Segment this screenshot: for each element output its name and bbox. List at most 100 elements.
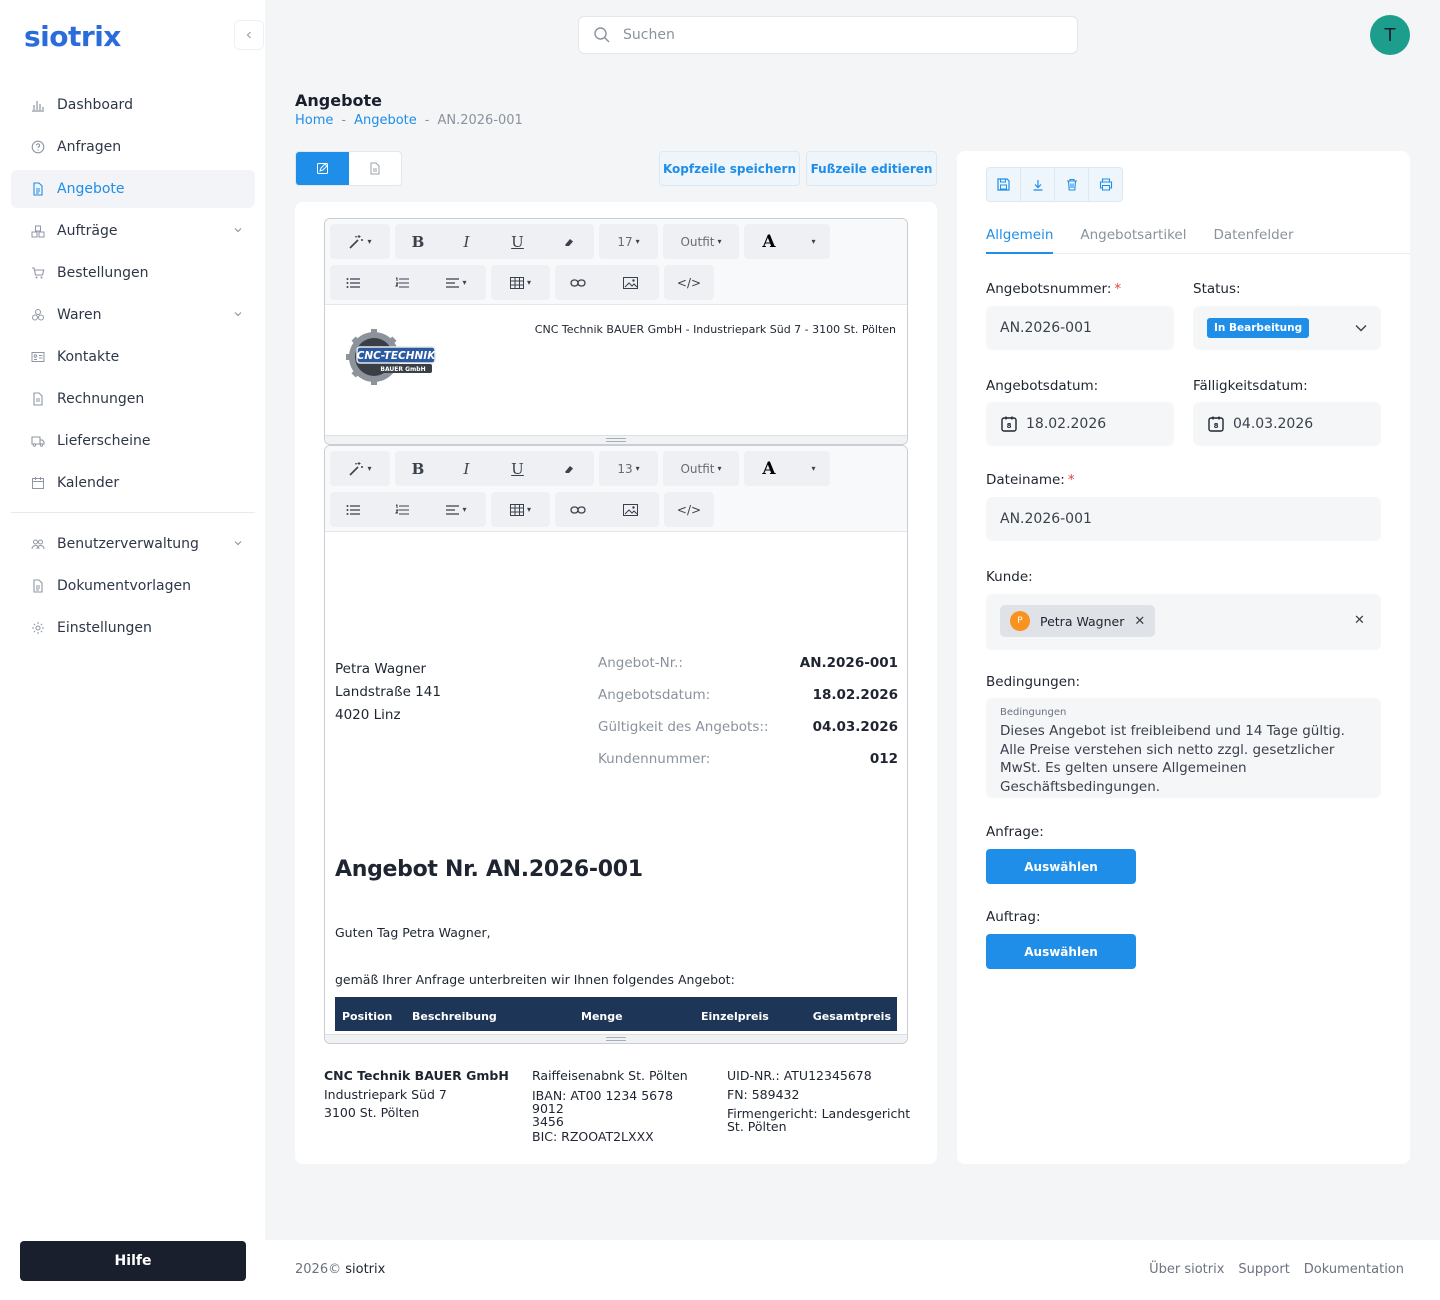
print-button[interactable]	[1089, 168, 1122, 201]
filename-field[interactable]: AN.2026-001	[986, 497, 1381, 541]
breadcrumb-current: AN.2026-001	[437, 113, 523, 128]
bold-button[interactable]: B	[395, 224, 441, 259]
numbered-list-icon[interactable]	[376, 492, 427, 527]
code-view-icon[interactable]: </>	[664, 265, 714, 300]
sidebar-item-label: Anfragen	[57, 139, 122, 155]
image-glyph	[622, 503, 638, 516]
status-select[interactable]: In Bearbeitung	[1193, 306, 1381, 350]
underline-button[interactable]: U	[492, 451, 543, 486]
status-label: Status:	[1193, 281, 1241, 297]
table-icon[interactable]	[491, 265, 550, 300]
italic-button[interactable]: I	[441, 224, 492, 259]
sidebar-item-auftraege[interactable]: Aufträge	[11, 212, 255, 250]
sidebar-item-dashboard[interactable]: Dashboard	[11, 86, 255, 124]
preview-mode-button[interactable]	[349, 152, 402, 185]
font-size-select[interactable]: 13	[599, 451, 658, 486]
magic-wand-glyph	[349, 234, 364, 249]
offer-date-field[interactable]: 8 18.02.2026	[986, 402, 1174, 446]
sidebar-collapse-button[interactable]	[234, 20, 264, 50]
bold-button[interactable]: B	[395, 451, 441, 486]
avatar[interactable]: T	[1370, 15, 1410, 55]
eraser-icon[interactable]	[543, 451, 594, 486]
footer-link-about[interactable]: Über siotrix	[1149, 1262, 1224, 1277]
text-color-dropdown[interactable]	[794, 451, 830, 486]
sidebar-item-kontakte[interactable]: Kontakte	[11, 338, 255, 376]
sidebar-item-lieferscheine[interactable]: Lieferscheine	[11, 422, 255, 460]
magic-wand-icon[interactable]	[330, 451, 390, 486]
meta-row: Kundennummer: 012	[598, 743, 898, 775]
text-color-button[interactable]: A	[744, 451, 794, 486]
text-color-dropdown[interactable]	[794, 224, 830, 259]
download-button[interactable]	[1021, 168, 1055, 201]
delete-button[interactable]	[1055, 168, 1089, 201]
align-icon[interactable]	[427, 265, 486, 300]
chevron-down-icon	[234, 312, 242, 317]
cart-icon	[32, 267, 45, 279]
save-header-button[interactable]: Kopfzeile speichern	[659, 151, 800, 186]
edit-mode-button[interactable]	[296, 152, 349, 185]
conditions-textarea[interactable]: Bedingungen Dieses Angebot ist freibleib…	[986, 698, 1381, 798]
sidebar-item-waren[interactable]: Waren	[11, 296, 255, 334]
bullet-list-icon[interactable]	[330, 492, 376, 527]
code-view-icon[interactable]: </>	[664, 492, 714, 527]
sidebar-item-angebote[interactable]: Angebote	[11, 170, 255, 208]
save-button[interactable]	[987, 168, 1021, 201]
edit-footer-button[interactable]: Fußzeile editieren	[806, 151, 937, 186]
footer-link-support[interactable]: Support	[1238, 1262, 1289, 1277]
link-icon[interactable]	[555, 492, 601, 527]
required-marker: *	[1114, 281, 1122, 297]
numbered-list-glyph	[394, 504, 409, 514]
breadcrumb-section[interactable]: Angebote	[354, 113, 417, 128]
resize-handle[interactable]	[325, 435, 907, 444]
search-input[interactable]	[623, 27, 1043, 43]
tab-allgemein[interactable]: Allgemein	[986, 227, 1054, 254]
sidebar-item-kalender[interactable]: Kalender	[11, 464, 255, 502]
header-editor-content[interactable]: CNC-TECHNIK BAUER GmbH CNC Technik BAUER…	[325, 305, 907, 433]
eraser-icon[interactable]	[543, 224, 594, 259]
eraser-glyph	[564, 465, 573, 473]
question-circle-icon	[31, 140, 45, 154]
sidebar-item-label: Waren	[57, 307, 102, 323]
remove-chip-icon[interactable]: ✕	[1134, 614, 1145, 629]
sidebar-item-einstellungen[interactable]: Einstellungen	[11, 609, 255, 647]
select-order-button[interactable]: Auswählen	[986, 934, 1136, 969]
italic-button[interactable]: I	[441, 451, 492, 486]
recipient-street: Landstraße 141	[335, 684, 441, 700]
sidebar-item-anfragen[interactable]: Anfragen	[11, 128, 255, 166]
help-button[interactable]: Hilfe	[20, 1241, 246, 1281]
page-title: Angebote	[295, 91, 383, 110]
document-editor-card: B I U 17 Outfit A	[295, 202, 937, 1164]
image-icon[interactable]	[601, 492, 659, 527]
sidebar-item-bestellungen[interactable]: Bestellungen	[11, 254, 255, 292]
clear-customer-icon[interactable]: ✕	[1354, 613, 1365, 628]
resize-handle[interactable]	[325, 1034, 907, 1043]
bullet-list-icon[interactable]	[330, 265, 376, 300]
underline-button[interactable]: U	[492, 224, 543, 259]
offer-number-field[interactable]: AN.2026-001	[986, 306, 1174, 350]
footer-link-docs[interactable]: Dokumentation	[1304, 1262, 1404, 1277]
copyright-brand[interactable]: siotrix	[345, 1262, 385, 1277]
font-family-select[interactable]: Outfit	[663, 224, 739, 259]
sidebar-item-rechnungen[interactable]: Rechnungen	[11, 380, 255, 418]
font-family-select[interactable]: Outfit	[663, 451, 739, 486]
tab-angebotsartikel[interactable]: Angebotsartikel	[1080, 227, 1186, 253]
meta-value: 18.02.2026	[812, 687, 898, 703]
sidebar-item-dokumentvorlagen[interactable]: Dokumentvorlagen	[11, 567, 255, 605]
sidebar-item-benutzerverwaltung[interactable]: Benutzerverwaltung	[11, 525, 255, 563]
link-icon[interactable]	[555, 265, 601, 300]
due-date-field[interactable]: 8 04.03.2026	[1193, 402, 1381, 446]
tab-datenfelder[interactable]: Datenfelder	[1213, 227, 1293, 253]
document-icon	[370, 162, 380, 175]
footer-line: Industriepark Süd 7	[324, 1086, 447, 1102]
breadcrumb-home[interactable]: Home	[295, 113, 333, 128]
numbered-list-icon[interactable]	[376, 265, 427, 300]
document-body[interactable]: Petra Wagner Landstraße 141 4020 Linz An…	[325, 532, 907, 1033]
font-size-select[interactable]: 17	[599, 224, 658, 259]
magic-wand-icon[interactable]	[330, 224, 390, 259]
select-inquiry-button[interactable]: Auswählen	[986, 849, 1136, 884]
text-color-button[interactable]: A	[744, 224, 794, 259]
image-icon[interactable]	[601, 265, 659, 300]
table-icon[interactable]	[491, 492, 550, 527]
align-icon[interactable]	[427, 492, 486, 527]
app-logo[interactable]: siotrix	[24, 20, 121, 53]
